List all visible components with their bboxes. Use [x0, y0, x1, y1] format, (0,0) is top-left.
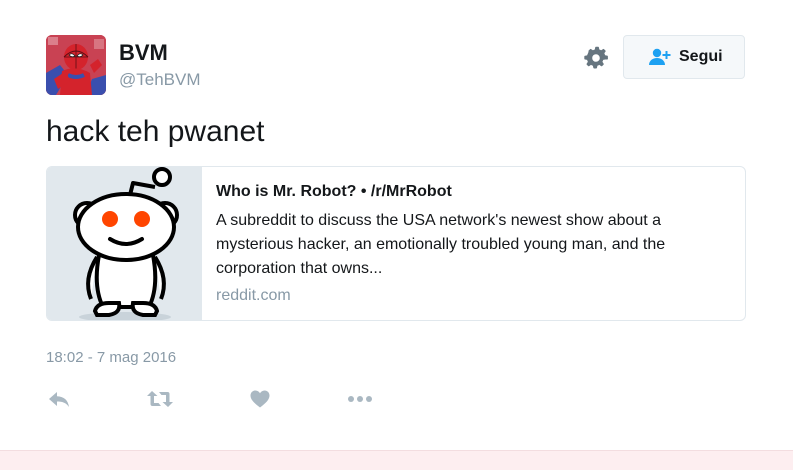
- card-description: A subreddit to discuss the USA network's…: [216, 212, 666, 277]
- heart-icon: [250, 390, 270, 408]
- like-button[interactable]: [249, 387, 271, 411]
- more-button[interactable]: [346, 387, 374, 411]
- follow-button[interactable]: Segui: [623, 35, 745, 79]
- more-dots-icon: [348, 396, 372, 402]
- follow-button-label: Segui: [679, 48, 723, 65]
- avatar[interactable]: [46, 35, 106, 95]
- add-user-icon: [648, 47, 672, 67]
- link-card[interactable]: Who is Mr. Robot? • /r/MrRobot A subredd…: [46, 166, 746, 321]
- reply-icon: [49, 392, 69, 407]
- card-thumbnail: [47, 167, 202, 320]
- card-body: Who is Mr. Robot? • /r/MrRobot A subredd…: [216, 181, 736, 307]
- display-name[interactable]: BVM: [119, 40, 168, 66]
- user-handle[interactable]: @TehBVM: [119, 69, 201, 91]
- card-title[interactable]: Who is Mr. Robot? • /r/MrRobot: [216, 181, 736, 203]
- reply-button[interactable]: [46, 387, 72, 411]
- card-domain: reddit.com: [216, 287, 291, 304]
- tweet-text: hack teh pwanet: [46, 115, 265, 148]
- retweet-button[interactable]: [146, 387, 174, 411]
- gear-icon[interactable]: [584, 46, 608, 70]
- tweet-timestamp[interactable]: 18:02 - 7 mag 2016: [46, 348, 176, 368]
- tweet-container: BVM @TehBVM Segui hack teh pwanet Who is…: [0, 0, 793, 450]
- spiderman-avatar-icon: [46, 35, 106, 95]
- retweet-icon: [147, 391, 173, 407]
- bottom-band: [0, 450, 793, 470]
- reddit-alien-logo-icon: [47, 167, 202, 320]
